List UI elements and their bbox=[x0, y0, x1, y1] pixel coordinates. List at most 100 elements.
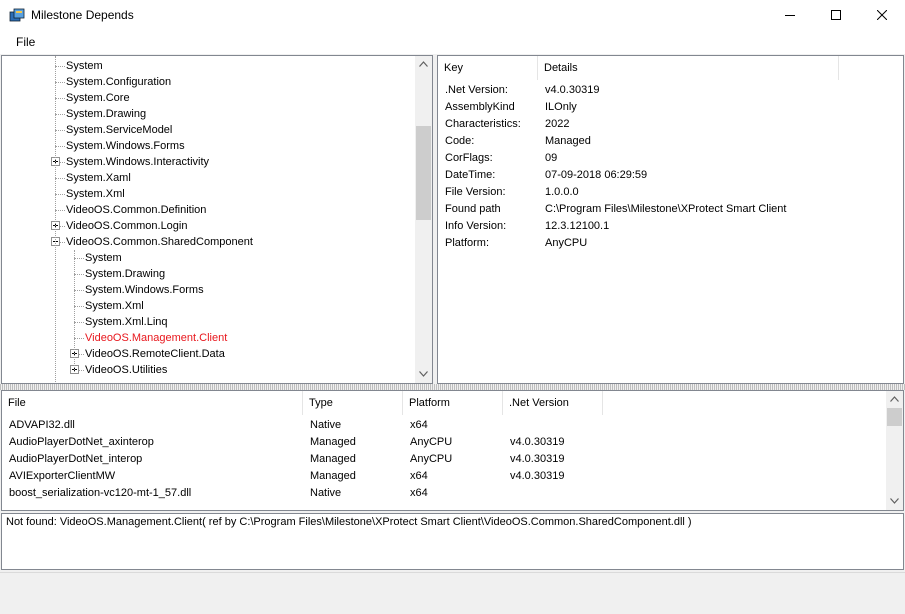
tree-guide-line bbox=[55, 178, 65, 179]
detail-key: Code: bbox=[445, 135, 475, 147]
tree-guide-line bbox=[74, 290, 84, 291]
detail-key: AssemblyKind bbox=[445, 101, 515, 113]
tree-item[interactable]: VideoOS.Common.Login bbox=[2, 218, 412, 234]
file-cell-net: v4.0.30319 bbox=[510, 470, 565, 482]
tree-item-label: System.Xml bbox=[85, 300, 144, 312]
file-cell-type: Managed bbox=[310, 436, 356, 448]
status-bar bbox=[0, 572, 905, 614]
column-header-file[interactable]: File bbox=[2, 391, 303, 415]
file-cell-file: ADVAPI32.dll bbox=[9, 419, 75, 431]
tree-item[interactable]: System.Xml bbox=[2, 298, 412, 314]
tree-item-label: System.ServiceModel bbox=[66, 124, 173, 136]
tree-item[interactable]: System.Drawing bbox=[2, 106, 412, 122]
detail-key: CorFlags: bbox=[445, 152, 493, 164]
tree-guide-line bbox=[74, 258, 84, 259]
minimize-button[interactable] bbox=[767, 0, 813, 31]
file-cell-file: AudioPlayerDotNet_axinterop bbox=[9, 436, 154, 448]
detail-key: Info Version: bbox=[445, 220, 507, 232]
tree-item[interactable]: VideoOS.Management.Client bbox=[2, 330, 412, 346]
app-icon bbox=[9, 8, 25, 22]
tree-item[interactable]: VideoOS.Common.Definition bbox=[2, 202, 412, 218]
detail-value: Managed bbox=[545, 135, 591, 147]
details-list[interactable]: Key Details .Net Version: v4.0.30319 Assem… bbox=[437, 55, 904, 384]
column-header-type[interactable]: Type bbox=[303, 391, 403, 415]
tree-item-label: System.Core bbox=[66, 92, 130, 104]
tree-guide-line bbox=[74, 274, 84, 275]
detail-value: C:\Program Files\Milestone\XProtect Smar… bbox=[545, 203, 787, 215]
tree-item-label: System.Windows.Forms bbox=[85, 284, 204, 296]
column-header-platform[interactable]: Platform bbox=[403, 391, 503, 415]
menu-bar: File bbox=[0, 31, 905, 54]
tree-item[interactable]: System.Xml bbox=[2, 186, 412, 202]
file-cell-net: v4.0.30319 bbox=[510, 436, 565, 448]
files-vertical-scrollbar[interactable] bbox=[886, 391, 903, 510]
file-cell-type: Native bbox=[310, 487, 342, 499]
detail-value: 07-09-2018 06:29:59 bbox=[545, 169, 648, 181]
tree-item[interactable]: System.ServiceModel bbox=[2, 122, 412, 138]
tree-item[interactable]: System.Windows.Forms bbox=[2, 282, 412, 298]
tree-item-label: VideoOS.Common.SharedComponent bbox=[66, 236, 253, 248]
maximize-button[interactable] bbox=[813, 0, 859, 31]
tree-item[interactable]: System.Drawing bbox=[2, 266, 412, 282]
column-header-key[interactable]: Key bbox=[438, 56, 538, 80]
detail-key: Found path bbox=[445, 203, 501, 215]
files-list[interactable]: File Type Platform .Net Version ADVAPI32… bbox=[1, 390, 904, 511]
tree-item[interactable]: VideoOS.Utilities bbox=[2, 362, 412, 378]
tree-item-label: System.Xml bbox=[66, 188, 125, 200]
detail-key: DateTime: bbox=[445, 169, 496, 181]
files-scroll-down-button[interactable] bbox=[886, 493, 903, 510]
tree-item-label: System bbox=[85, 252, 122, 264]
tree-item[interactable]: System.Core bbox=[2, 90, 412, 106]
file-cell-type: Managed bbox=[310, 470, 356, 482]
tree-item-label: System.Xml.Linq bbox=[85, 316, 168, 328]
file-cell-file: boost_serialization-vc120-mt-1_57.dll bbox=[9, 487, 192, 499]
tree-item[interactable]: System bbox=[2, 250, 412, 266]
scroll-up-button[interactable] bbox=[415, 56, 432, 73]
tree-item[interactable]: VideoOS.Common.SharedComponent bbox=[2, 234, 412, 250]
tree-guide-line bbox=[55, 210, 65, 211]
detail-value: 12.3.12100.1 bbox=[545, 220, 610, 232]
tree-item-label: System.Drawing bbox=[66, 108, 147, 120]
detail-value: 2022 bbox=[545, 118, 570, 130]
detail-value: 1.0.0.0 bbox=[545, 186, 579, 198]
menu-file[interactable]: File bbox=[10, 35, 41, 49]
tree-item-label: System.Drawing bbox=[85, 268, 166, 280]
log-output[interactable]: Not found: VideoOS.Management.Client( re… bbox=[1, 513, 904, 570]
client-area: System System.Configuration System.Core Sys… bbox=[0, 54, 905, 614]
chevron-up-icon bbox=[419, 61, 428, 67]
tree-item[interactable]: System.Windows.Forms bbox=[2, 138, 412, 154]
tree-item[interactable]: System bbox=[2, 58, 412, 74]
tree-vertical-scrollbar[interactable] bbox=[415, 56, 432, 383]
tree-item[interactable]: System.Xaml bbox=[2, 170, 412, 186]
title-bar[interactable]: Milestone Depends bbox=[0, 0, 905, 31]
window-title: Milestone Depends bbox=[31, 8, 134, 22]
tree-guide-line bbox=[74, 306, 84, 307]
tree-item[interactable]: System.Windows.Interactivity bbox=[2, 154, 412, 170]
scroll-down-button[interactable] bbox=[415, 366, 432, 383]
detail-key: File Version: bbox=[445, 186, 506, 198]
files-scroll-thumb[interactable] bbox=[887, 408, 902, 426]
tree-item[interactable]: System.Configuration bbox=[2, 74, 412, 90]
detail-value: AnyCPU bbox=[545, 237, 588, 249]
column-header-net-version[interactable]: .Net Version bbox=[503, 391, 603, 415]
tree-guide-line bbox=[55, 146, 65, 147]
files-scroll-up-button[interactable] bbox=[886, 391, 903, 408]
detail-value: v4.0.30319 bbox=[545, 84, 600, 96]
dependency-tree[interactable]: System System.Configuration System.Core Sys… bbox=[1, 55, 433, 384]
tree-item-label: VideoOS.Common.Login bbox=[66, 220, 188, 232]
file-cell-type: Native bbox=[310, 419, 342, 431]
tree-item[interactable]: System.Xml.Linq bbox=[2, 314, 412, 330]
file-cell-platform: x64 bbox=[410, 470, 428, 482]
close-button[interactable] bbox=[859, 0, 905, 31]
chevron-down-icon bbox=[419, 371, 428, 377]
tree-item-label: VideoOS.Utilities bbox=[85, 364, 168, 376]
tree-guide-line bbox=[55, 56, 56, 383]
column-header-details[interactable]: Details bbox=[538, 56, 839, 80]
tree-guide-line bbox=[55, 82, 65, 83]
tree-scroll-thumb[interactable] bbox=[416, 126, 431, 220]
tree-item[interactable]: VideoOS.RemoteClient.Data bbox=[2, 346, 412, 362]
maximize-icon bbox=[831, 10, 841, 20]
tree-guide-line bbox=[55, 194, 65, 195]
file-cell-platform: x64 bbox=[410, 487, 428, 499]
close-icon bbox=[877, 10, 887, 20]
